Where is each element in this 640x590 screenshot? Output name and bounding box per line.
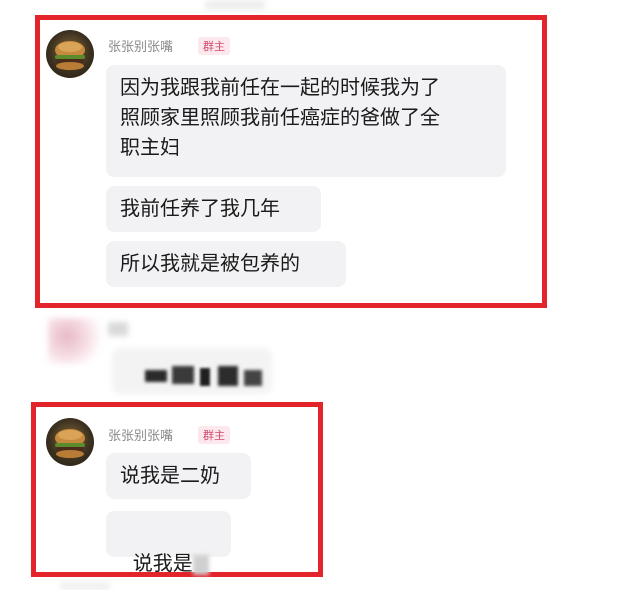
blurred-bottom-remnant xyxy=(60,582,110,590)
role-badge: 群主 xyxy=(198,37,230,55)
sender-avatar[interactable] xyxy=(46,30,94,78)
sender-name[interactable]: 张张别张嘴 xyxy=(108,425,173,444)
sender-avatar[interactable] xyxy=(46,418,94,466)
burger-avatar-icon xyxy=(55,41,85,70)
sender-name[interactable]: 张张别张嘴 xyxy=(108,36,173,55)
burger-avatar-icon xyxy=(55,429,85,458)
message-bubble: 说我是二奶 xyxy=(106,453,251,499)
blurred-top-remnant xyxy=(205,0,265,10)
blurred-name xyxy=(108,322,128,336)
message-bubble: 所以我就是被包养的 xyxy=(106,241,346,287)
message-bubble: 我前任养了我几年 xyxy=(106,186,321,232)
message-bubble: 因为我跟我前任在一起的时候我为了 照顾家里照顾我前任癌症的爸做了全 职主妇 xyxy=(106,65,506,177)
censored-character xyxy=(192,554,209,575)
message-bubble: 说我是 xyxy=(106,511,231,575)
role-badge: 群主 xyxy=(198,426,230,444)
message-text: 说我是 xyxy=(132,551,193,575)
blurred-avatar xyxy=(48,318,102,364)
